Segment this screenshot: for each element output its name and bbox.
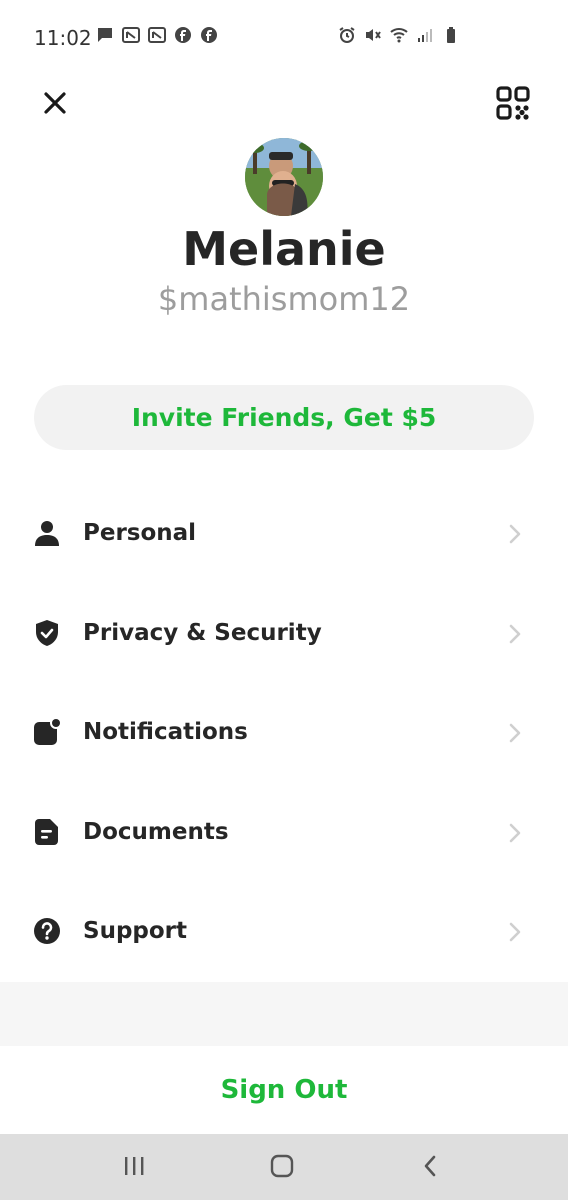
chevron-right-icon — [508, 722, 522, 744]
wifi-icon — [390, 26, 408, 44]
message-icon — [96, 26, 114, 44]
home-button[interactable] — [262, 1148, 302, 1188]
status-time: 11:02 — [34, 26, 92, 50]
chevron-right-icon — [508, 523, 522, 545]
chevron-right-icon — [508, 921, 522, 943]
section-divider — [0, 982, 568, 1046]
top-bar — [0, 74, 568, 134]
help-icon — [33, 917, 61, 945]
status-system-icons — [338, 26, 460, 44]
home-icon — [270, 1154, 294, 1183]
qr-code-icon — [496, 85, 530, 125]
profile-name: Melanie — [182, 222, 386, 276]
signal-icon — [416, 26, 434, 44]
alarm-icon — [338, 26, 356, 44]
profile-cashtag: $mathismom12 — [157, 280, 411, 318]
recent-apps-icon — [123, 1156, 145, 1181]
person-icon — [33, 519, 61, 547]
menu-item-privacy-security[interactable]: Privacy & Security — [0, 585, 568, 685]
close-icon — [43, 91, 67, 120]
news-icon — [122, 26, 140, 44]
close-button[interactable] — [34, 84, 76, 126]
document-icon — [33, 818, 61, 846]
back-icon — [422, 1155, 438, 1182]
status-bar: 11:02 — [0, 0, 568, 74]
menu-item-label: Documents — [83, 818, 229, 845]
avatar[interactable] — [245, 138, 323, 216]
battery-icon — [442, 26, 460, 44]
news-icon — [148, 26, 166, 44]
status-notification-icons — [96, 26, 218, 44]
qr-code-button[interactable] — [492, 84, 534, 126]
menu-item-documents[interactable]: Documents — [0, 784, 568, 884]
system-navigation-bar — [0, 1134, 568, 1200]
back-button[interactable] — [410, 1148, 450, 1188]
menu-item-personal[interactable]: Personal — [0, 485, 568, 585]
menu-item-label: Privacy & Security — [83, 619, 322, 646]
mute-icon — [364, 26, 382, 44]
menu-item-label: Notifications — [83, 719, 248, 745]
facebook-icon — [200, 26, 218, 44]
invite-friends-button[interactable]: Invite Friends, Get $5 — [34, 385, 534, 450]
shield-icon — [33, 619, 61, 647]
menu-item-support[interactable]: Support — [0, 883, 568, 983]
recent-apps-button[interactable] — [114, 1148, 154, 1188]
menu-item-notifications[interactable]: Notifications — [0, 684, 568, 784]
settings-menu: Personal Privacy & Security Notification… — [0, 485, 568, 983]
menu-item-label: Personal — [83, 520, 197, 546]
notification-icon — [33, 718, 61, 746]
chevron-right-icon — [508, 822, 522, 844]
menu-item-label: Support — [83, 918, 188, 944]
sign-out-button[interactable]: Sign Out — [0, 1046, 568, 1134]
facebook-icon — [174, 26, 192, 44]
chevron-right-icon — [508, 623, 522, 645]
